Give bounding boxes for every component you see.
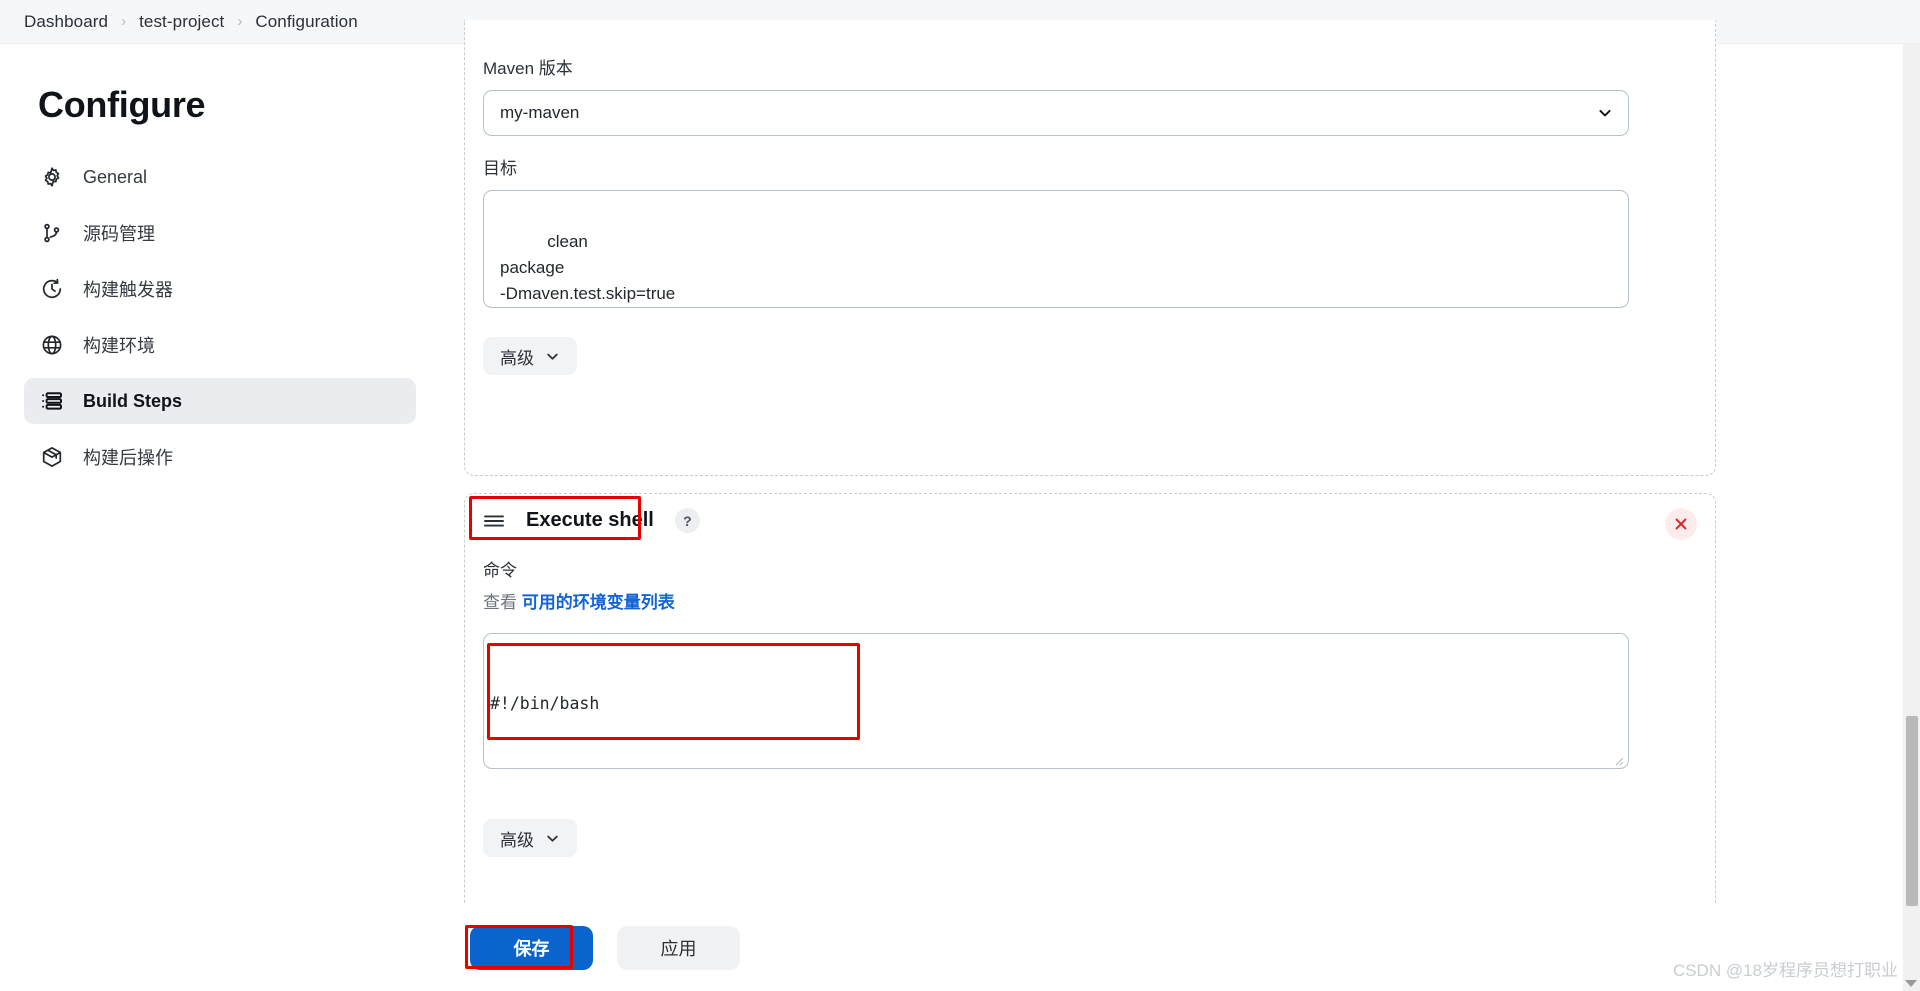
- sidebar-item-label: General: [83, 166, 148, 187]
- chevron-down-icon: [545, 831, 560, 846]
- breadcrumb-item-project[interactable]: test-project: [139, 12, 224, 32]
- sidebar-item-label: 构建后操作: [83, 448, 173, 468]
- resize-grip-icon[interactable]: [1612, 292, 1624, 304]
- delete-step-button[interactable]: [1665, 508, 1697, 540]
- env-hint-prefix: 查看: [483, 593, 517, 612]
- code-text: .0.jar /data/java: [728, 766, 897, 768]
- form-footer: 保存 应用 CSDN @18岁程序员想打职业: [0, 903, 1920, 991]
- chevron-down-icon[interactable]: [1905, 980, 1917, 987]
- maven-version-select[interactable]: my-maven: [483, 90, 1629, 136]
- page-body: Configure General 源码管理 构建触发器 构建环境 Build …: [0, 20, 1920, 991]
- shell-command-label: 命令: [483, 561, 517, 580]
- close-icon: [1675, 518, 1687, 530]
- maven-advanced-button[interactable]: 高级: [483, 337, 577, 375]
- execute-shell-header: Execute shell ?: [483, 508, 700, 533]
- sidebar-item-scm[interactable]: 源码管理: [24, 210, 416, 256]
- watermark: CSDN @18岁程序员想打职业: [1672, 961, 1898, 980]
- gear-icon: [40, 165, 64, 189]
- help-icon[interactable]: ?: [674, 508, 700, 533]
- shell-command-textarea[interactable]: #!/bin/bash cp ./target/jimapaotui-2.0.j…: [483, 633, 1629, 769]
- build-step-maven: Maven 版本 my-maven 目标 clean package -Dmav…: [464, 20, 1716, 476]
- code-text: #!/bin/bash: [490, 694, 600, 713]
- chevron-down-icon: [545, 349, 560, 364]
- sidebar-item-general[interactable]: General: [24, 154, 416, 200]
- sidebar-item-build-steps[interactable]: Build Steps: [24, 378, 416, 424]
- apply-button[interactable]: 应用: [617, 925, 740, 970]
- globe-icon: [40, 333, 64, 357]
- sidebar-item-build-environment[interactable]: 构建环境: [24, 322, 416, 368]
- maven-version-label: Maven 版本: [483, 59, 573, 78]
- list-icon: [40, 389, 64, 413]
- shell-advanced-button[interactable]: 高级: [483, 819, 577, 857]
- maven-advanced-label: 高级: [500, 348, 534, 368]
- page-scrollbar[interactable]: [1903, 44, 1920, 991]
- maven-goals-value: clean package -Dmaven.test.skip=true -U: [500, 232, 676, 303]
- maven-version-value: my-maven: [500, 103, 580, 122]
- sidebar: Configure General 源码管理 构建触发器 构建环境 Build …: [0, 44, 440, 991]
- chevron-down-icon: [1597, 105, 1613, 121]
- package-icon: [40, 445, 64, 469]
- code-text: ./target/jimapaotui-: [510, 766, 719, 768]
- resize-grip-icon[interactable]: [1612, 753, 1624, 766]
- sidebar-item-label: 构建环境: [83, 336, 155, 356]
- maven-goals-label: 目标: [483, 159, 517, 178]
- breadcrumb-item-dashboard[interactable]: Dashboard: [24, 12, 108, 32]
- env-variables-hint: 查看 可用的环境变量列表: [483, 588, 675, 613]
- scrollbar-thumb[interactable]: [1906, 716, 1918, 906]
- sidebar-item-label: Build Steps: [83, 390, 183, 411]
- sidebar-item-build-triggers[interactable]: 构建触发器: [24, 266, 416, 312]
- git-branch-icon: [40, 221, 64, 245]
- sidebar-item-label: 构建触发器: [83, 280, 173, 300]
- page-title: Configure: [38, 84, 206, 125]
- shell-advanced-label: 高级: [500, 830, 534, 850]
- breadcrumb-separator-icon: ›: [121, 13, 127, 30]
- code-line: cp ./target/jimapaotui-2.0.jar /data/jav…: [490, 764, 1628, 768]
- code-line: #!/bin/bash: [490, 692, 1628, 716]
- build-step-execute-shell: Execute shell ? 命令 查看 可用的环境变量列表 #!/bin/b…: [464, 493, 1716, 943]
- clock-icon: [40, 277, 64, 301]
- execute-shell-title: Execute shell: [526, 509, 654, 531]
- code-keyword: cp: [490, 766, 510, 768]
- breadcrumb-separator-icon: ›: [237, 13, 243, 30]
- maven-goals-textarea[interactable]: clean package -Dmaven.test.skip=true -U: [483, 190, 1629, 308]
- drag-handle-icon[interactable]: [483, 513, 505, 529]
- sidebar-item-label: 源码管理: [83, 224, 155, 244]
- sidebar-nav: General 源码管理 构建触发器 构建环境 Build Steps 构建后操…: [0, 154, 440, 480]
- env-variables-link[interactable]: 可用的环境变量列表: [522, 593, 675, 612]
- breadcrumb-item-configuration[interactable]: Configuration: [255, 12, 357, 32]
- code-number: 2: [719, 766, 729, 768]
- save-button[interactable]: 保存: [470, 925, 593, 970]
- main-content: Maven 版本 my-maven 目标 clean package -Dmav…: [440, 20, 1900, 991]
- shell-script-content: #!/bin/bash cp ./target/jimapaotui-2.0.j…: [490, 644, 1628, 768]
- sidebar-item-post-build-actions[interactable]: 构建后操作: [24, 434, 416, 480]
